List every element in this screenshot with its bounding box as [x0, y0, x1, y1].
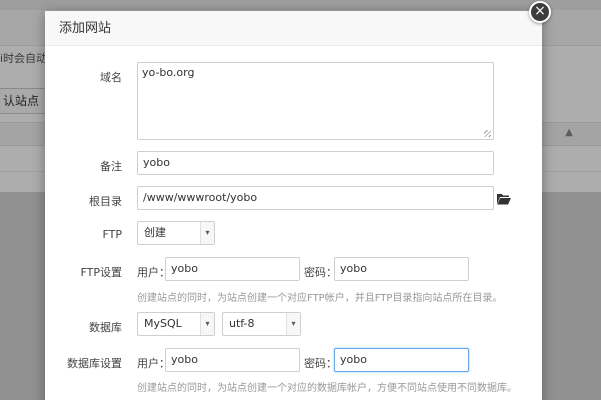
db-user-input[interactable]: yobo	[165, 348, 300, 372]
ftp-user-input[interactable]: yobo	[165, 257, 300, 281]
remark-input[interactable]: yobo	[137, 151, 494, 175]
ftp-password-label: 密码：	[304, 266, 337, 279]
remark-label: 备注	[100, 160, 122, 173]
db-hint: 创建站点的同时，为站点创建一个对应的数据库帐户，方便不同站点使用不同数据库。	[137, 383, 517, 394]
database-label: 数据库	[89, 321, 122, 334]
add-site-dialog: 添加网站 × 域名 yo-bo.org 备注 yobo 根目录 /www/www…	[45, 1, 551, 400]
root-dir-input[interactable]: /www/wwwroot/yobo	[137, 186, 494, 210]
db-password-input[interactable]: yobo	[334, 348, 469, 372]
db-settings-label: 数据库设置	[67, 357, 122, 370]
ftp-hint: 创建站点的同时，为站点创建一个对应FTP帐户，并且FTP目录指向站点所在目录。	[137, 293, 503, 304]
chevron-down-icon: ▾	[200, 222, 214, 244]
domain-textarea[interactable]: yo-bo.org	[137, 62, 494, 140]
database-type-value: MySQL	[144, 317, 182, 330]
resize-grip-icon[interactable]	[484, 130, 491, 137]
chevron-down-icon: ▾	[200, 313, 214, 335]
ftp-selected-value: 创建	[144, 226, 166, 239]
ftp-select[interactable]: 创建 ▾	[137, 221, 215, 245]
folder-open-icon[interactable]	[497, 193, 511, 205]
dialog-title: 添加网站	[45, 11, 542, 46]
ftp-label: FTP	[102, 228, 123, 241]
database-charset-select[interactable]: utf-8 ▾	[222, 312, 301, 336]
chevron-down-icon: ▾	[286, 313, 300, 335]
ftp-password-input[interactable]: yobo	[334, 257, 469, 281]
root-dir-label: 根目录	[89, 195, 122, 208]
close-button[interactable]: ×	[529, 1, 551, 23]
db-password-label: 密码：	[304, 357, 337, 370]
domain-label: 域名	[100, 71, 122, 84]
ftp-settings-label: FTP设置	[80, 266, 123, 279]
database-type-select[interactable]: MySQL ▾	[137, 312, 215, 336]
domain-value: yo-bo.org	[142, 66, 195, 79]
database-charset-value: utf-8	[229, 317, 255, 330]
